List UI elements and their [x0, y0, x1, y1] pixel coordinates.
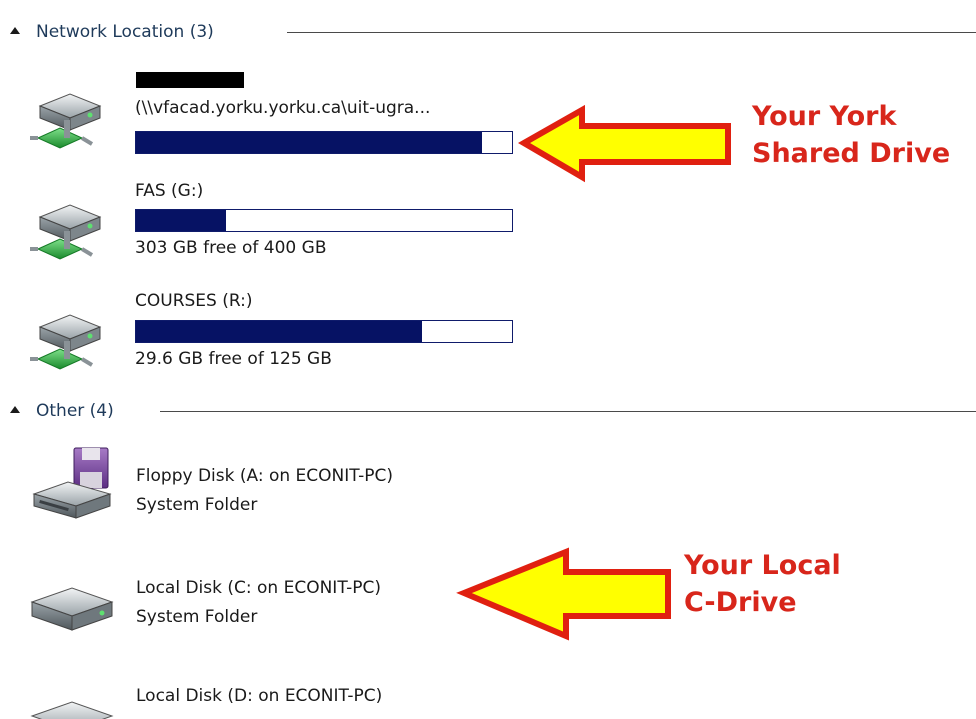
hard-disk-icon — [30, 701, 114, 719]
capacity-bar-fill — [136, 210, 227, 231]
network-drive-name: FAS (G:) — [135, 181, 204, 201]
annotation-arrow-local — [456, 547, 671, 641]
drive-name: Local Disk (D: on ECONIT-PC) — [136, 686, 383, 706]
group-title: Network Location (3) — [36, 22, 214, 42]
group-header-network[interactable]: Network Location (3) — [0, 17, 976, 47]
annotation-arrow-york — [518, 104, 731, 183]
drive-subtitle: System Folder — [136, 607, 258, 627]
free-space-text: 303 GB free of 400 GB — [135, 238, 327, 258]
capacity-bar — [135, 320, 513, 343]
network-drive-icon — [30, 204, 102, 260]
network-drive-icon — [30, 93, 102, 149]
callout-york: Your York Shared Drive — [752, 98, 950, 172]
group-title: Other (4) — [36, 401, 114, 421]
collapse-triangle-icon[interactable] — [10, 27, 20, 34]
network-drive-name: (\\vfacad.yorku.yorku.ca\uit-ugra... — [135, 98, 431, 118]
collapse-triangle-icon[interactable] — [10, 406, 20, 413]
callout-text: Your Local — [684, 550, 841, 581]
group-divider — [160, 411, 976, 412]
callout-local: Your Local C-Drive — [684, 547, 841, 621]
capacity-bar — [135, 209, 513, 232]
callout-text: C-Drive — [684, 587, 797, 618]
drive-name: Local Disk (C: on ECONIT-PC) — [136, 578, 382, 598]
group-divider — [287, 32, 976, 33]
network-drive-name: COURSES (R:) — [135, 291, 253, 311]
floppy-disk-icon — [32, 447, 112, 519]
capacity-bar — [135, 131, 513, 154]
group-header-other[interactable]: Other (4) — [0, 396, 976, 426]
redaction-bar — [136, 72, 244, 88]
hard-disk-icon — [30, 587, 114, 631]
callout-text: Your York — [752, 101, 897, 132]
drive-name: Floppy Disk (A: on ECONIT-PC) — [136, 466, 393, 486]
callout-text: Shared Drive — [752, 138, 951, 169]
capacity-bar-fill — [136, 321, 422, 342]
drive-subtitle: System Folder — [136, 495, 258, 515]
capacity-bar-fill — [136, 132, 482, 153]
free-space-text: 29.6 GB free of 125 GB — [135, 349, 332, 369]
network-drive-icon — [30, 314, 102, 370]
